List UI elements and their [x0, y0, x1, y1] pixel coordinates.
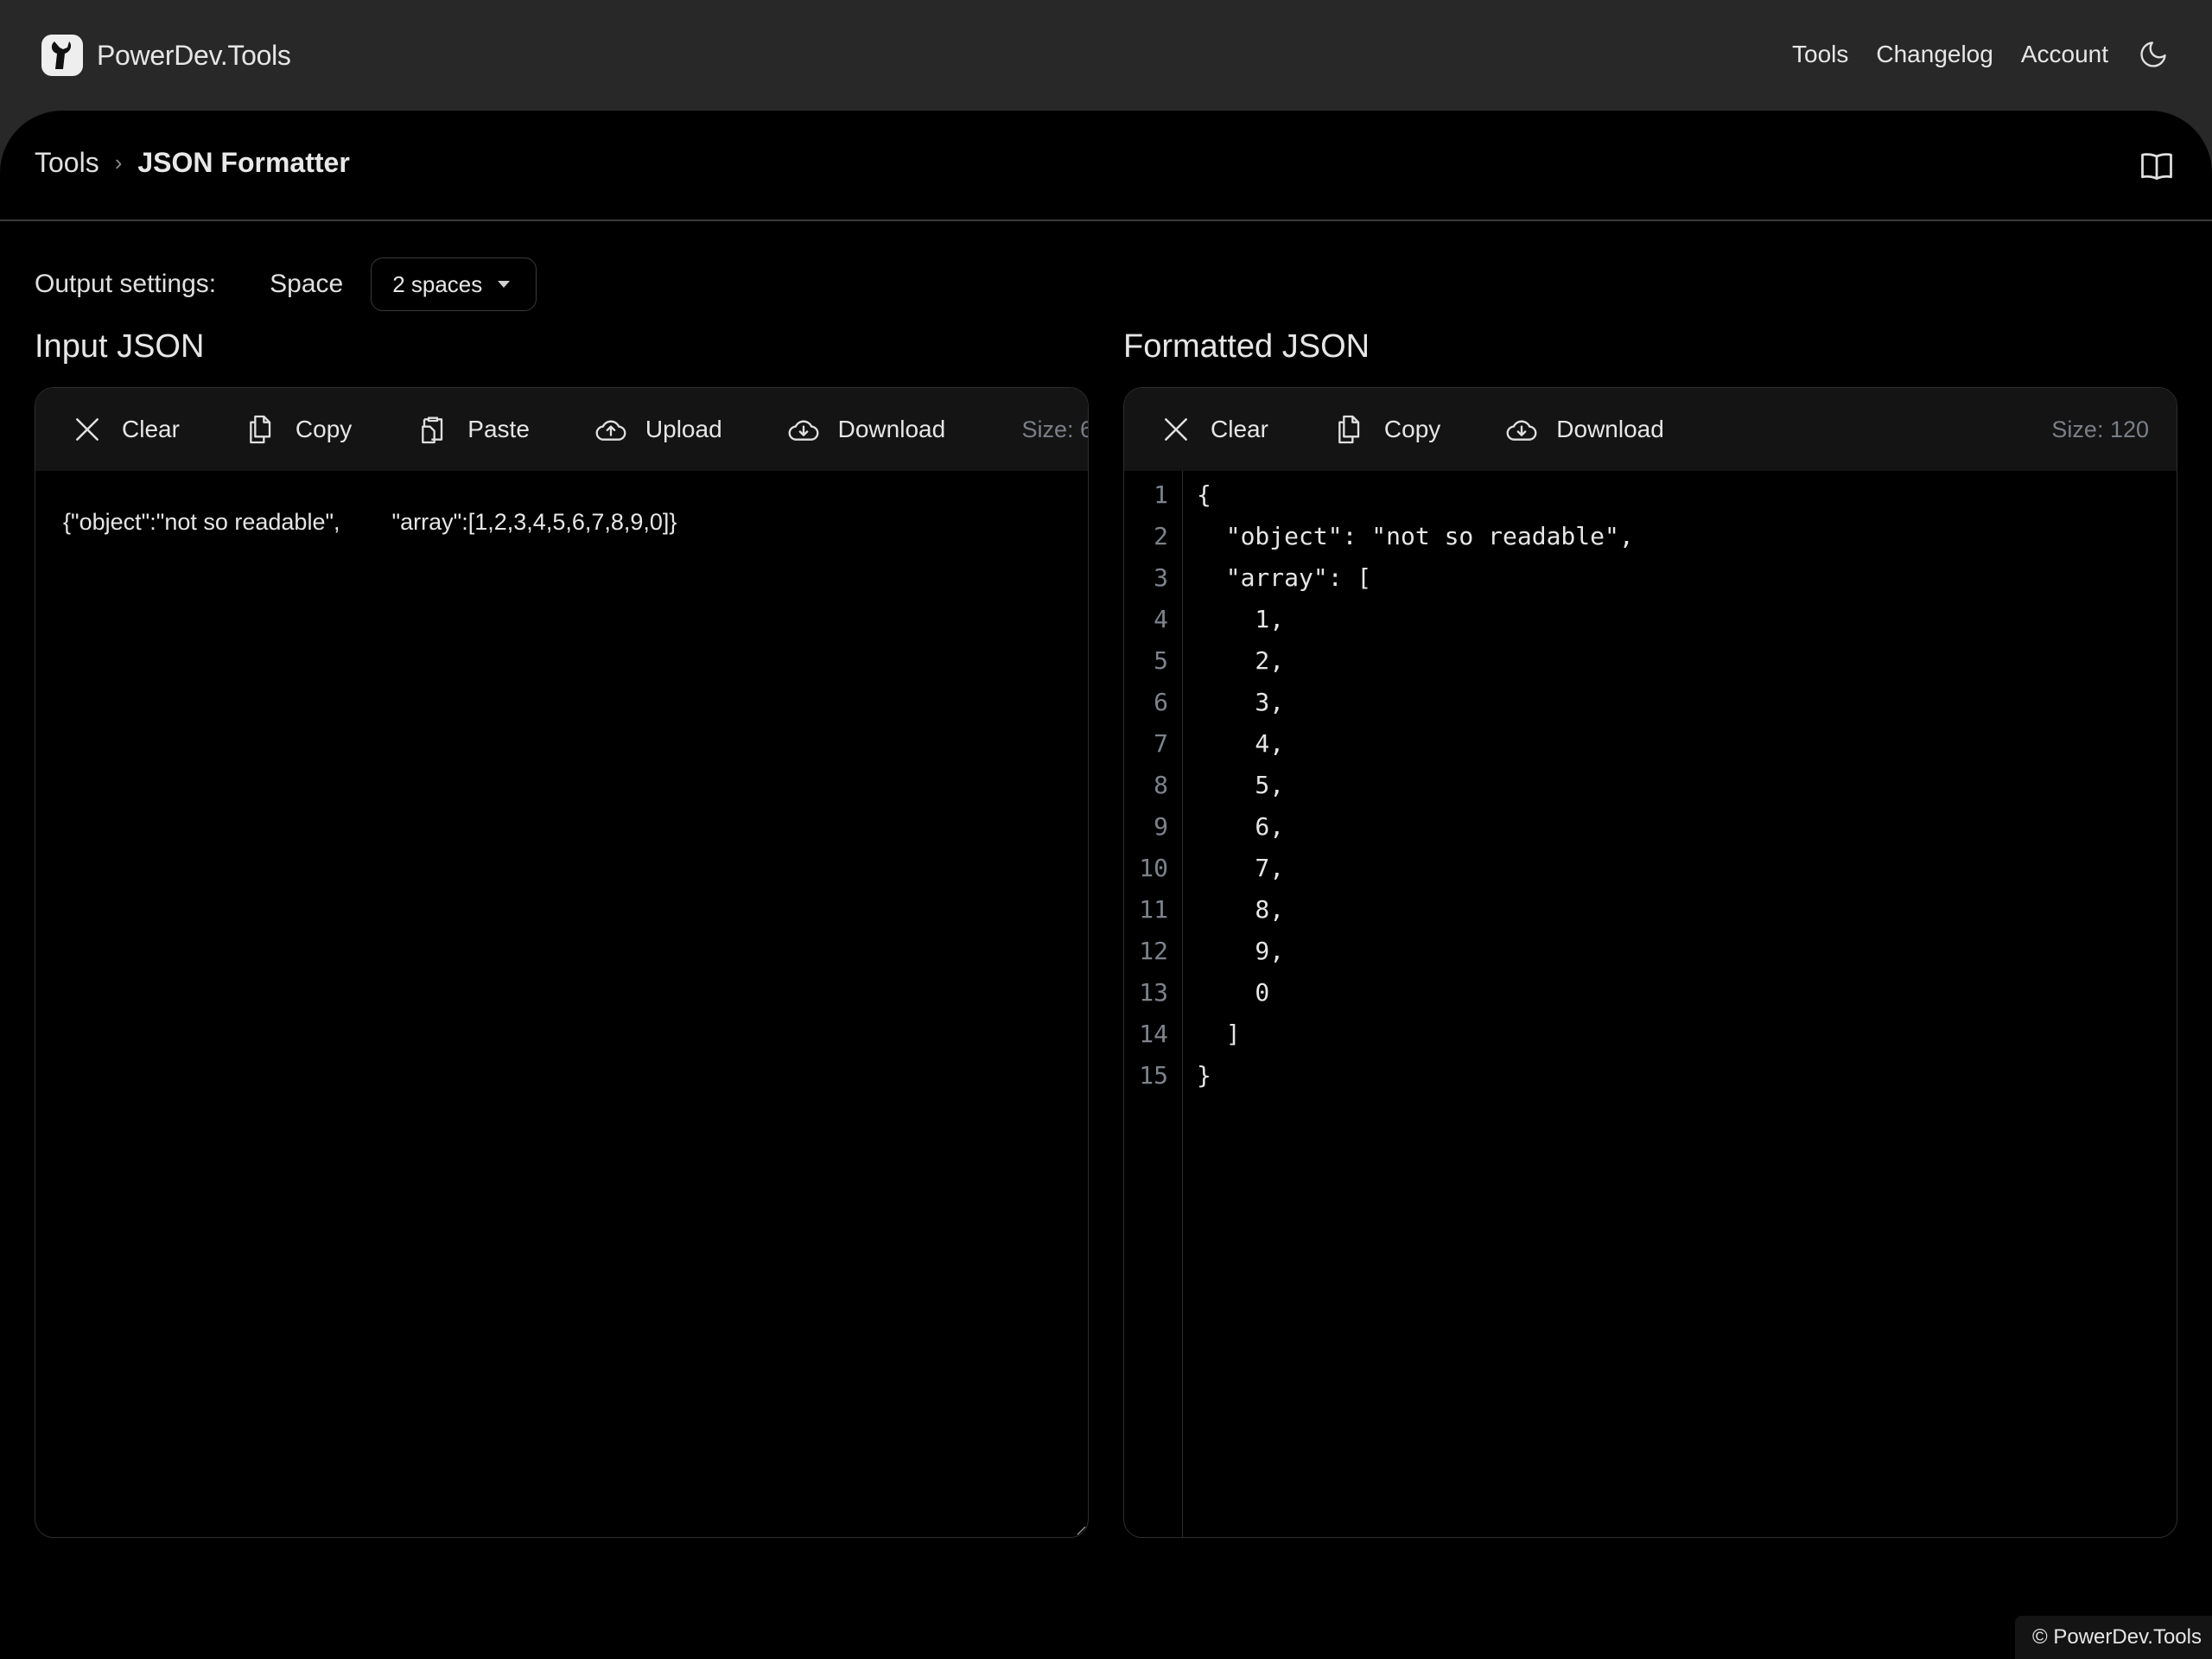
- line-number-gutter: 1 2 3 4 5 6 7 8 9 10 11 12 13 14 15: [1124, 471, 1183, 1537]
- output-download-label: Download: [1556, 416, 1664, 442]
- line-number: 1: [1154, 480, 1168, 509]
- code-line: 2,: [1197, 646, 1285, 675]
- copyright-badge: © PowerDev.Tools: [2015, 1616, 2212, 1659]
- line-number: 4: [1154, 605, 1168, 633]
- input-download-button[interactable]: Download: [786, 412, 946, 447]
- line-number: 7: [1154, 729, 1168, 758]
- output-settings-label: Output settings:: [35, 270, 217, 298]
- input-panel: Clear Copy Paste Upload Download Size: 6…: [35, 387, 1089, 1538]
- book-icon[interactable]: [2138, 147, 2176, 185]
- copy-icon: [250, 415, 271, 444]
- nav-tools[interactable]: Tools: [1792, 41, 1848, 68]
- input-paste-label: Paste: [467, 416, 530, 442]
- code-line: 5,: [1197, 771, 1285, 799]
- paste-icon: [422, 416, 443, 444]
- output-copy-button[interactable]: Copy: [1332, 412, 1440, 447]
- input-upload-button[interactable]: Upload: [594, 412, 722, 447]
- brand-link[interactable]: PowerDev.Tools: [41, 35, 291, 76]
- space-select-value: 2 spaces: [392, 270, 483, 297]
- nav-changelog[interactable]: Changelog: [1876, 41, 1993, 68]
- line-number: 10: [1139, 854, 1168, 882]
- output-panel-title: Formatted JSON: [1123, 328, 1370, 365]
- space-label: Space: [270, 270, 344, 298]
- space-select[interactable]: 2 spaces: [371, 257, 537, 311]
- line-number: 5: [1154, 646, 1168, 675]
- input-clear-button[interactable]: Clear: [70, 412, 180, 447]
- input-copy-label: Copy: [295, 416, 353, 442]
- output-toolbar: Clear Copy Download Size: 120: [1124, 388, 2177, 471]
- breadcrumb-bar: Tools › JSON Formatter: [0, 111, 2212, 221]
- code-line: }: [1197, 1061, 1211, 1090]
- page-title: JSON Formatter: [137, 147, 350, 178]
- output-settings: Output settings: Space 2 spaces: [35, 257, 537, 311]
- code-line: 8,: [1197, 895, 1285, 924]
- formatted-json-editor[interactable]: 1 2 3 4 5 6 7 8 9 10 11 12 13 14 15 { "object": "not s…: [1124, 471, 2177, 1537]
- input-upload-label: Upload: [645, 416, 722, 442]
- code-line: 6,: [1197, 812, 1285, 841]
- code-line: {: [1197, 480, 1211, 509]
- code-line: "array": [: [1197, 563, 1372, 592]
- code-line: ]: [1197, 1020, 1241, 1048]
- line-number: 15: [1139, 1061, 1168, 1090]
- caret-down-icon: [498, 281, 511, 288]
- cloud-upload-icon: [595, 420, 626, 441]
- close-icon: [76, 418, 99, 441]
- output-clear-label: Clear: [1211, 416, 1268, 442]
- input-size: Size: 6: [1021, 416, 1089, 442]
- main-content: Tools › JSON Formatter Output settings: …: [0, 111, 2212, 1659]
- input-copy-button[interactable]: Copy: [244, 412, 352, 447]
- input-download-label: Download: [837, 416, 946, 442]
- line-number: 3: [1154, 563, 1168, 592]
- line-number: 11: [1139, 895, 1168, 924]
- breadcrumb-tools[interactable]: Tools: [35, 147, 99, 179]
- breadcrumb: Tools › JSON Formatter: [35, 147, 350, 179]
- chevron-right-icon: ›: [114, 149, 123, 175]
- code-line: 1,: [1197, 605, 1285, 633]
- moon-icon[interactable]: [2136, 37, 2171, 72]
- line-number: 2: [1154, 522, 1168, 550]
- line-number: 14: [1139, 1020, 1168, 1048]
- brand-name: PowerDev.Tools: [97, 39, 291, 71]
- code-line: 0: [1197, 978, 1270, 1007]
- line-number: 13: [1139, 978, 1168, 1007]
- input-json-textarea[interactable]: {"object":"not so readable", "array":[1,…: [35, 471, 1088, 1537]
- resize-handle[interactable]: [1072, 1522, 1086, 1535]
- cloud-download-icon: [788, 420, 819, 441]
- output-download-button[interactable]: Download: [1504, 412, 1664, 447]
- code-line: "object": "not so readable",: [1197, 522, 1634, 550]
- code-line: 9,: [1197, 937, 1285, 965]
- line-number: 9: [1154, 812, 1168, 841]
- output-copy-label: Copy: [1383, 416, 1441, 442]
- code-lines: { "object": "not so readable", "array": …: [1183, 471, 1634, 1537]
- input-clear-label: Clear: [122, 416, 180, 442]
- code-line: 4,: [1197, 729, 1285, 758]
- output-clear-button[interactable]: Clear: [1159, 412, 1268, 447]
- output-panel: Clear Copy Download Size: 120 1234567891…: [1123, 387, 2177, 1538]
- wrench-logo-icon: [41, 35, 83, 76]
- close-icon: [1165, 418, 1187, 441]
- line-number: 6: [1154, 688, 1168, 716]
- line-number: 12: [1139, 937, 1168, 965]
- main-nav: Tools Changelog Account: [1792, 35, 2171, 74]
- code-line: 3,: [1197, 688, 1285, 716]
- nav-account[interactable]: Account: [2021, 41, 2108, 68]
- output-size: Size: 120: [2051, 416, 2149, 442]
- input-panel-title: Input JSON: [35, 328, 205, 365]
- line-number: 8: [1154, 771, 1168, 799]
- copy-icon: [1338, 415, 1360, 444]
- input-paste-button[interactable]: Paste: [416, 412, 530, 447]
- input-toolbar: Clear Copy Paste Upload Download Size: 6: [35, 388, 1088, 471]
- cloud-download-icon: [1506, 420, 1537, 441]
- code-line: 7,: [1197, 854, 1285, 882]
- top-navbar: PowerDev.Tools Tools Changelog Account: [0, 0, 2212, 111]
